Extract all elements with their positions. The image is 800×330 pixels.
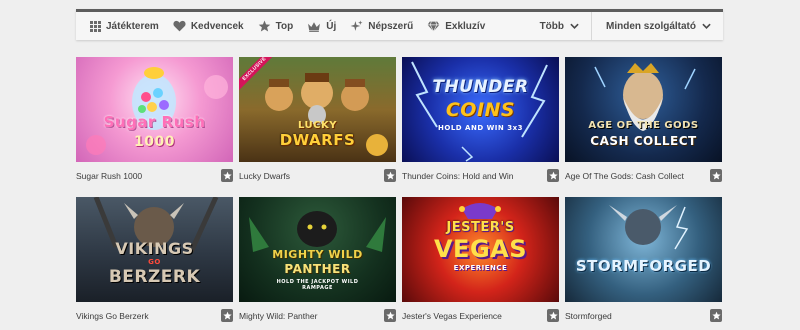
game-art-tagline: HOLD THE JACKPOT WILD RAMPAGE bbox=[276, 279, 359, 291]
grid-icon bbox=[90, 20, 101, 32]
tab-top[interactable]: Top bbox=[258, 12, 294, 40]
favorite-button[interactable] bbox=[384, 169, 396, 182]
tab-jatekterem[interactable]: Játékterem bbox=[90, 12, 159, 40]
game-card[interactable]: VIKINGS GO BERZERK Vikings Go Berzerk bbox=[76, 197, 233, 325]
category-navbar: Játékterem Kedvencek Top Új Népszerű Exk… bbox=[76, 9, 723, 40]
game-thumbnail[interactable]: STORMFORGED bbox=[565, 197, 722, 302]
favorite-button[interactable] bbox=[547, 169, 559, 182]
game-thumbnail[interactable]: MIGHTY WILD PANTHER HOLD THE JACKPOT WIL… bbox=[239, 197, 396, 302]
provider-dropdown[interactable]: Minden szolgáltató bbox=[591, 12, 723, 40]
favorite-button[interactable] bbox=[547, 309, 559, 322]
game-art-title: STORMFORGED bbox=[575, 257, 712, 275]
game-title[interactable]: Jester's Vegas Experience bbox=[402, 311, 502, 321]
game-thumbnail[interactable]: AGE OF THE GODS CASH COLLECT bbox=[565, 57, 722, 162]
sparkle-icon bbox=[350, 20, 363, 33]
game-art-subtitle: COINS bbox=[445, 99, 516, 121]
game-title[interactable]: Lucky Dwarfs bbox=[239, 171, 290, 181]
star-icon bbox=[385, 311, 395, 320]
game-card[interactable]: JESTER'S VEGAS EXPERIENCE Jester's Vegas… bbox=[402, 197, 559, 325]
game-grid: Sugar Rush 1000 Sugar Rush 1000 EXCLUSIV… bbox=[76, 57, 723, 325]
tab-exkluziv[interactable]: Exkluzív bbox=[427, 12, 485, 40]
game-art-title: Sugar Rush bbox=[103, 113, 206, 131]
game-card[interactable]: AGE OF THE GODS CASH COLLECT Age Of The … bbox=[565, 57, 722, 185]
game-thumbnail[interactable]: JESTER'S VEGAS EXPERIENCE bbox=[402, 197, 559, 302]
game-art-connector: GO bbox=[148, 258, 161, 266]
chevron-down-icon bbox=[702, 23, 711, 29]
game-card[interactable]: MIGHTY WILD PANTHER HOLD THE JACKPOT WIL… bbox=[239, 197, 396, 325]
game-card[interactable]: Sugar Rush 1000 Sugar Rush 1000 bbox=[76, 57, 233, 185]
game-thumbnail[interactable]: VIKINGS GO BERZERK bbox=[76, 197, 233, 302]
tab-uj[interactable]: Új bbox=[307, 12, 336, 40]
game-art-subtitle: CASH COLLECT bbox=[590, 134, 697, 148]
star-icon bbox=[258, 20, 271, 32]
tab-label: Exkluzív bbox=[445, 20, 486, 32]
tab-label: Népszerű bbox=[368, 20, 414, 32]
more-label: Több bbox=[539, 20, 564, 32]
game-art-title: THUNDER bbox=[432, 77, 529, 97]
game-thumbnail[interactable]: EXCLUSIVE LUCKY DWARFS bbox=[239, 57, 396, 162]
game-title[interactable]: Age Of The Gods: Cash Collect bbox=[565, 171, 684, 181]
star-icon bbox=[548, 311, 558, 320]
game-art-title: JESTER'S bbox=[446, 220, 515, 235]
provider-label: Minden szolgáltató bbox=[606, 20, 696, 32]
game-title[interactable]: Stormforged bbox=[565, 311, 612, 321]
tab-kedvencek[interactable]: Kedvencek bbox=[173, 12, 244, 40]
star-icon bbox=[222, 171, 232, 180]
game-art-subtitle: PANTHER bbox=[284, 262, 351, 276]
favorite-button[interactable] bbox=[710, 309, 722, 322]
game-card[interactable]: EXCLUSIVE LUCKY DWARFS Lucky Dwarfs bbox=[239, 57, 396, 185]
tab-nepszeru[interactable]: Népszerű bbox=[350, 12, 413, 40]
star-icon bbox=[711, 171, 721, 180]
game-art-title: AGE OF THE GODS bbox=[588, 120, 699, 131]
favorite-button[interactable] bbox=[384, 309, 396, 322]
star-icon bbox=[711, 311, 721, 320]
star-icon bbox=[222, 311, 232, 320]
game-card[interactable]: THUNDER COINS HOLD AND WIN 3x3 Thunder C… bbox=[402, 57, 559, 185]
favorite-button[interactable] bbox=[221, 169, 233, 182]
tab-label: Új bbox=[326, 20, 337, 32]
crown-icon bbox=[307, 21, 321, 32]
tab-label: Játékterem bbox=[106, 20, 159, 32]
more-dropdown[interactable]: Több bbox=[540, 12, 591, 40]
game-thumbnail[interactable]: THUNDER COINS HOLD AND WIN 3x3 bbox=[402, 57, 559, 162]
game-title[interactable]: Sugar Rush 1000 bbox=[76, 171, 142, 181]
favorite-button[interactable] bbox=[221, 309, 233, 322]
game-art-tagline: EXPERIENCE bbox=[453, 264, 508, 272]
game-art-subtitle: BERZERK bbox=[108, 267, 201, 287]
game-card[interactable]: STORMFORGED Stormforged bbox=[565, 197, 722, 325]
game-art-title: LUCKY bbox=[298, 120, 337, 131]
game-title[interactable]: Mighty Wild: Panther bbox=[239, 311, 317, 321]
game-art-subtitle: DWARFS bbox=[279, 131, 356, 149]
diamond-icon bbox=[427, 21, 440, 32]
game-art-subtitle: 1000 bbox=[134, 134, 175, 150]
game-art-title: MIGHTY WILD bbox=[272, 248, 363, 261]
star-icon bbox=[548, 171, 558, 180]
tab-label: Kedvencek bbox=[190, 20, 244, 32]
heart-icon bbox=[173, 20, 186, 32]
game-art-subtitle: VEGAS bbox=[433, 235, 528, 263]
game-title[interactable]: Vikings Go Berzerk bbox=[76, 311, 149, 321]
game-art-title: VIKINGS bbox=[115, 239, 194, 258]
category-tabs: Játékterem Kedvencek Top Új Népszerű Exk… bbox=[76, 12, 499, 40]
tab-label: Top bbox=[275, 20, 294, 32]
star-icon bbox=[385, 171, 395, 180]
nav-dropdowns: Több Minden szolgáltató bbox=[540, 12, 723, 40]
game-art-tagline: HOLD AND WIN 3x3 bbox=[438, 124, 523, 132]
favorite-button[interactable] bbox=[710, 169, 722, 182]
game-thumbnail[interactable]: Sugar Rush 1000 bbox=[76, 57, 233, 162]
game-title[interactable]: Thunder Coins: Hold and Win bbox=[402, 171, 514, 181]
chevron-down-icon bbox=[570, 23, 579, 29]
